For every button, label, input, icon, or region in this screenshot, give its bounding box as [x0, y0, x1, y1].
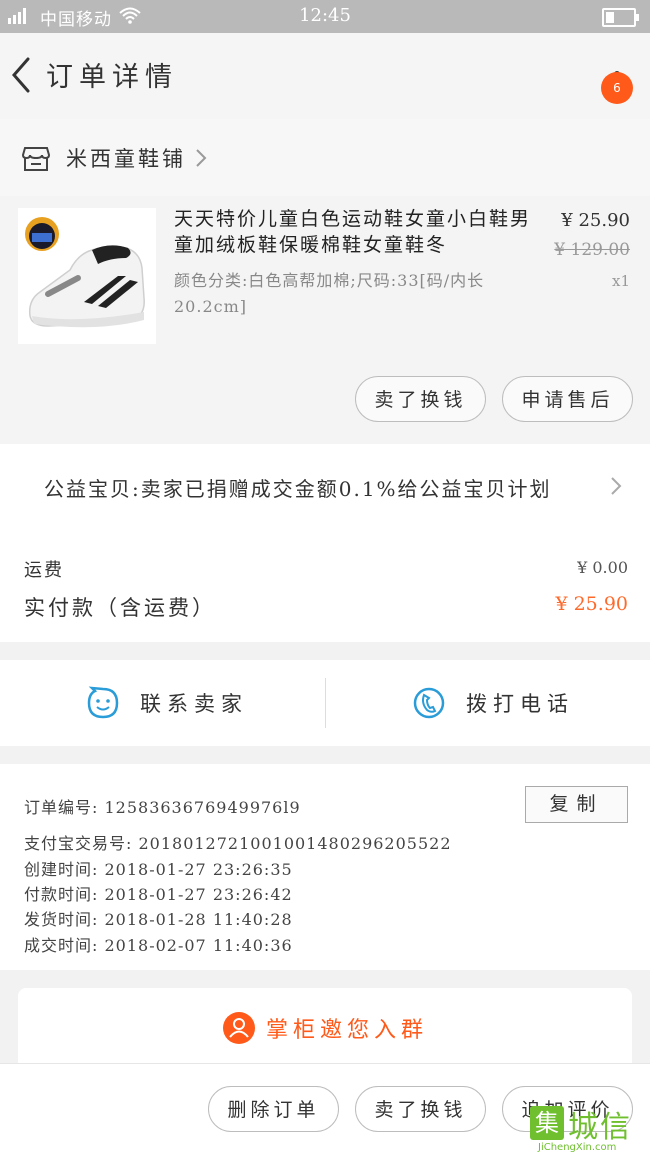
invite-group-text: 掌柜邀您入群 — [266, 1018, 429, 1043]
order-info: 订单编号: 1258363676949976l9 复制 支付宝交易号: 2018… — [0, 764, 650, 970]
shipping-value: ¥ 0.00 — [577, 558, 628, 577]
copy-button[interactable]: 复制 — [525, 786, 628, 823]
product-card: 天天特价儿童白色运动鞋女童小白鞋男童加绒板鞋保暖棉鞋女童鞋冬 颜色分类:白色高帮… — [0, 196, 650, 444]
store-row[interactable]: 米西童鞋铺 — [0, 119, 650, 196]
phone-icon — [412, 686, 446, 720]
request-after-sale-button[interactable]: 申请售后 — [502, 376, 633, 422]
watermark-url: JiChengXin.com — [538, 1142, 617, 1153]
back-arrow-icon[interactable] — [8, 55, 38, 95]
watermark-text: 城信 — [568, 1110, 632, 1145]
product-title[interactable]: 天天特价儿童白色运动鞋女童小白鞋男童加绒板鞋保暖棉鞋女童鞋冬 — [174, 206, 544, 258]
message-count-badge: 6 — [601, 72, 633, 104]
product-spec: 颜色分类:白色高帮加棉;尺码:33[码/内长20.2cm] — [174, 271, 485, 316]
product-image[interactable] — [18, 208, 156, 344]
status-bar: 中国移动 12:45 — [0, 0, 650, 33]
status-time: 12:45 — [299, 5, 351, 26]
chevron-right-icon — [609, 475, 623, 497]
sell-again-bottom-button[interactable]: 卖了换钱 — [355, 1086, 486, 1132]
header: 订单详情 6 — [0, 33, 650, 119]
call-phone-button[interactable]: 拨打电话 — [412, 686, 574, 720]
shipped-time: 发货时间: 2018-01-28 11:40:28 — [24, 910, 293, 929]
store-name: 米西童鞋铺 — [66, 147, 186, 171]
fee-summary: 运费 ¥ 0.00 实付款（含运费） ¥ 25.90 — [0, 528, 650, 642]
delete-order-button[interactable]: 删除订单 — [208, 1086, 339, 1132]
paid-label: 实付款（含运费） — [24, 596, 216, 620]
divider — [325, 678, 326, 728]
watermark-logo: 集 城信 JiChengXin.com — [530, 1102, 648, 1153]
completed-time: 成交时间: 2018-02-07 11:40:36 — [24, 936, 293, 955]
watermark-mark-icon: 集 — [530, 1106, 564, 1140]
call-phone-label: 拨打电话 — [466, 692, 574, 716]
shipping-label: 运费 — [24, 560, 64, 581]
product-original-price: ¥ 129.00 — [554, 240, 630, 260]
order-number: 订单编号: 1258363676949976l9 — [24, 798, 301, 817]
alipay-trade-number: 支付宝交易号: 2018012721001001480296205522 — [24, 834, 452, 853]
paid-time: 付款时间: 2018-01-27 23:26:42 — [24, 885, 293, 904]
product-price: ¥ 25.90 — [561, 210, 630, 231]
contact-row: 联系卖家 拨打电话 — [0, 660, 650, 746]
group-icon — [223, 1012, 255, 1044]
charity-row[interactable]: 公益宝贝:卖家已捐赠成交金额0.1%给公益宝贝计划 — [0, 444, 650, 528]
chat-bubble-icon — [86, 686, 120, 720]
sell-again-button[interactable]: 卖了换钱 — [355, 376, 486, 422]
contact-seller-label: 联系卖家 — [140, 692, 248, 716]
product-quantity: x1 — [611, 272, 630, 290]
store-icon — [21, 146, 51, 172]
charity-text: 公益宝贝:卖家已捐赠成交金额0.1%给公益宝贝计划 — [44, 477, 552, 501]
paid-value: ¥ 25.90 — [555, 593, 628, 615]
chevron-right-icon — [194, 147, 208, 169]
created-time: 创建时间: 2018-01-27 23:26:35 — [24, 860, 293, 879]
contact-seller-button[interactable]: 联系卖家 — [86, 686, 248, 720]
battery-icon — [602, 8, 639, 27]
page-title: 订单详情 — [46, 62, 178, 93]
